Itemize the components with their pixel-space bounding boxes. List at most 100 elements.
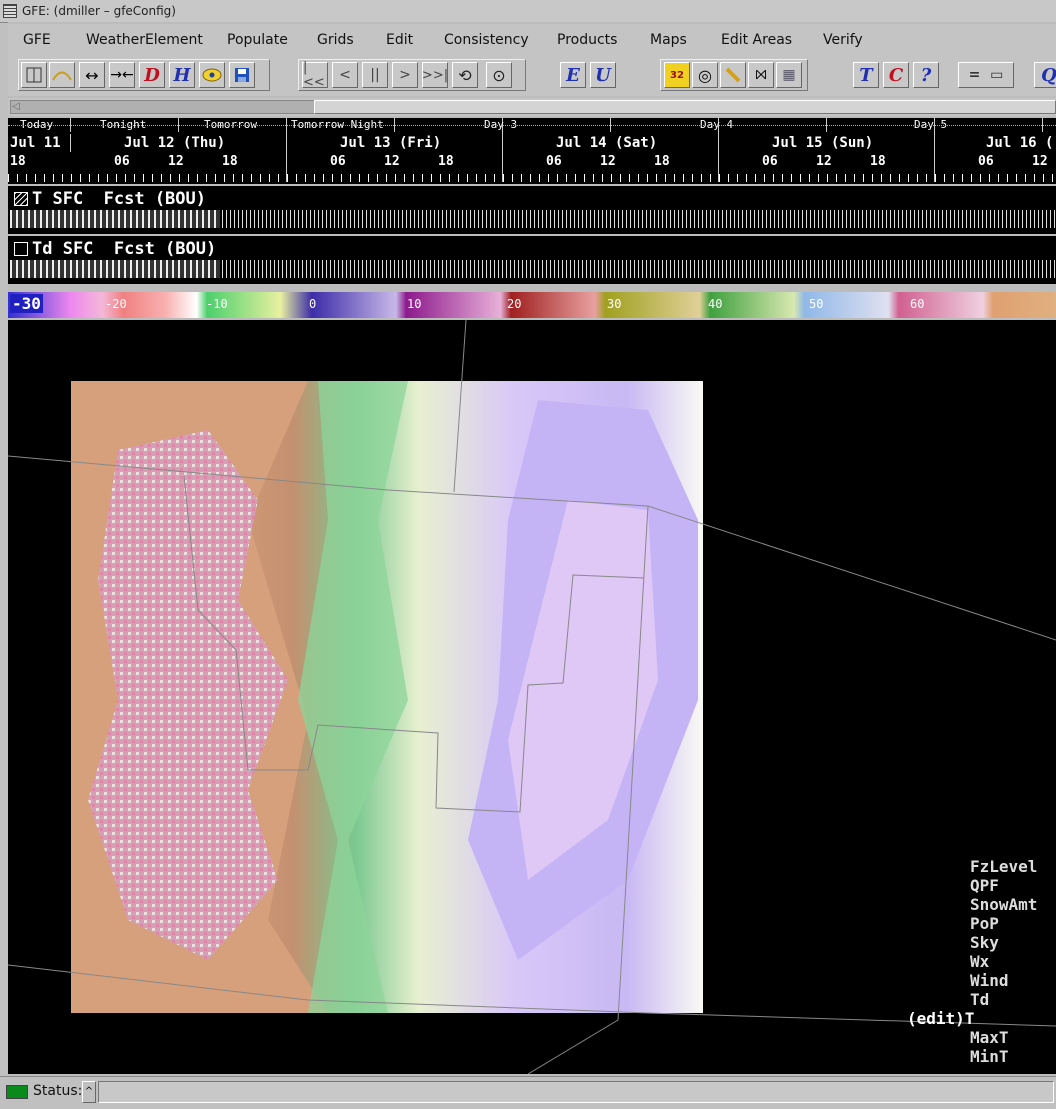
- next-step-button[interactable]: >: [392, 62, 418, 88]
- t-button[interactable]: T: [853, 62, 879, 88]
- sample-button[interactable]: 32: [664, 62, 690, 88]
- status-label: Status:: [33, 1083, 83, 1099]
- sync-button[interactable]: ⊙: [486, 62, 512, 88]
- grid-select-box[interactable]: [14, 242, 28, 256]
- hour-label: 12: [1032, 154, 1048, 169]
- legend-item[interactable]: Td: [970, 990, 989, 1009]
- legend-item-active[interactable]: (edit)T: [907, 1009, 974, 1028]
- eye-tool-button[interactable]: [199, 62, 225, 88]
- menu-gfe[interactable]: GFE: [23, 32, 51, 48]
- system-menu-icon[interactable]: [3, 4, 17, 18]
- clock-sync-icon: ⊙: [492, 65, 506, 85]
- brush-button[interactable]: [720, 62, 746, 88]
- grid-timeblocks[interactable]: [10, 260, 1056, 278]
- spatial-editor-map[interactable]: FzLevel QPF SnowAmt PoP Sky Wx Wind Td (…: [8, 320, 1056, 1074]
- e-button[interactable]: E: [560, 62, 586, 88]
- menu-maps[interactable]: Maps: [650, 32, 687, 48]
- loop-button[interactable]: ⟲: [452, 62, 478, 88]
- colorbar-label: -20: [105, 297, 127, 311]
- legend-item[interactable]: MinT: [970, 1047, 1009, 1066]
- hour-label: 12: [600, 154, 616, 169]
- u-button[interactable]: U: [590, 62, 616, 88]
- menubar: GFE WeatherElement Populate Grids Edit C…: [8, 24, 1056, 57]
- hour-label: 06: [978, 154, 994, 169]
- forecast-grid-image[interactable]: [8, 320, 1056, 1074]
- colorbar-label: -10: [206, 297, 228, 311]
- color-gradient[interactable]: [8, 292, 1056, 318]
- legend-item[interactable]: QPF: [970, 876, 999, 895]
- contract-tool-button[interactable]: →←: [109, 62, 135, 88]
- scroll-thumb[interactable]: [314, 100, 1056, 114]
- contour-icon: ⨝: [755, 67, 767, 83]
- hour-label: 06: [114, 154, 130, 169]
- hour-label: 06: [330, 154, 346, 169]
- colorbar-label: 50: [809, 297, 824, 311]
- grid-pencil-button[interactable]: ▦: [776, 62, 802, 88]
- menu-consistency[interactable]: Consistency: [444, 32, 529, 48]
- menu-products[interactable]: Products: [557, 32, 617, 48]
- first-step-button[interactable]: |<<: [302, 60, 328, 90]
- pause-icon: ||: [370, 67, 380, 83]
- double-arrow-icon: ↔: [85, 65, 99, 85]
- colorbar-label: 10: [407, 297, 422, 311]
- menu-edit-areas[interactable]: Edit Areas: [721, 32, 792, 48]
- curve-tool-button[interactable]: [49, 62, 75, 88]
- legend-item[interactable]: MaxT: [970, 1028, 1009, 1047]
- help-button[interactable]: ?: [913, 62, 939, 88]
- q-button[interactable]: Q: [1034, 62, 1056, 88]
- grid-row-td-sfc[interactable]: Td SFC Fcst (BOU): [8, 236, 1056, 284]
- grid-name[interactable]: T SFC Fcst (BOU): [32, 189, 206, 209]
- time-scale[interactable]: Today Tonight Tomorrow Tomorrow Night Da…: [8, 118, 1056, 184]
- menu-verify[interactable]: Verify: [823, 32, 863, 48]
- equals-button[interactable]: = ▭: [958, 62, 1014, 88]
- hour-label: 18: [438, 154, 454, 169]
- curve-icon: [52, 71, 72, 81]
- date-label: Jul 14 (Sat): [556, 135, 658, 151]
- day-divider: [286, 118, 287, 182]
- badge-32: 32: [670, 69, 684, 81]
- legend-item[interactable]: Sky: [970, 933, 999, 952]
- floppy-disk-icon: [235, 68, 249, 82]
- contour-button[interactable]: ⨝: [748, 62, 774, 88]
- c-button[interactable]: C: [883, 62, 909, 88]
- hour-label: 06: [762, 154, 778, 169]
- menu-populate[interactable]: Populate: [227, 32, 288, 48]
- select-grid-button[interactable]: [21, 62, 47, 88]
- move-tool-button[interactable]: ↔: [79, 62, 105, 88]
- brush-icon: [725, 67, 741, 83]
- grid-row-t-sfc[interactable]: T SFC Fcst (BOU): [8, 186, 1056, 234]
- time-scrollbar[interactable]: ◁: [8, 98, 1056, 116]
- target-button[interactable]: ◎: [692, 62, 718, 88]
- hour-label: 12: [384, 154, 400, 169]
- grid-select-box[interactable]: [14, 192, 28, 206]
- legend-item[interactable]: Wx: [970, 952, 989, 971]
- legend-item[interactable]: FzLevel: [970, 857, 1037, 876]
- menu-weatherelement[interactable]: WeatherElement: [86, 32, 203, 48]
- menu-grids[interactable]: Grids: [317, 32, 354, 48]
- day-divider: [70, 134, 71, 152]
- step-back-icon: <: [339, 67, 351, 83]
- status-expand-button[interactable]: ^: [82, 1081, 96, 1103]
- legend-item[interactable]: PoP: [970, 914, 999, 933]
- prev-step-button[interactable]: <: [332, 62, 358, 88]
- colorbar-label: 20: [507, 297, 522, 311]
- grid-block-edited[interactable]: [10, 260, 220, 278]
- hour-label: 12: [816, 154, 832, 169]
- d-tool-button[interactable]: D: [139, 62, 165, 88]
- hour-label: 18: [222, 154, 238, 169]
- grid-timeblocks[interactable]: [10, 210, 1056, 228]
- grid-name[interactable]: Td SFC Fcst (BOU): [32, 239, 216, 259]
- last-step-button[interactable]: >>|: [422, 62, 448, 88]
- grid-block-edited[interactable]: [10, 210, 220, 228]
- date-label: Jul 12 (Thu): [124, 135, 226, 151]
- pause-button[interactable]: ||: [362, 62, 388, 88]
- color-bar[interactable]: -30 -20 -10 0 10 20 30 40 50 60: [8, 292, 1056, 318]
- save-button[interactable]: [229, 62, 255, 88]
- scroll-left-icon[interactable]: ◁: [12, 101, 20, 112]
- h-tool-button[interactable]: H: [169, 62, 195, 88]
- status-message-field: [98, 1081, 1054, 1103]
- legend-item[interactable]: SnowAmt: [970, 895, 1037, 914]
- legend-item[interactable]: Wind: [970, 971, 1009, 990]
- skip-last-icon: >>|: [421, 67, 449, 83]
- menu-edit[interactable]: Edit: [386, 32, 413, 48]
